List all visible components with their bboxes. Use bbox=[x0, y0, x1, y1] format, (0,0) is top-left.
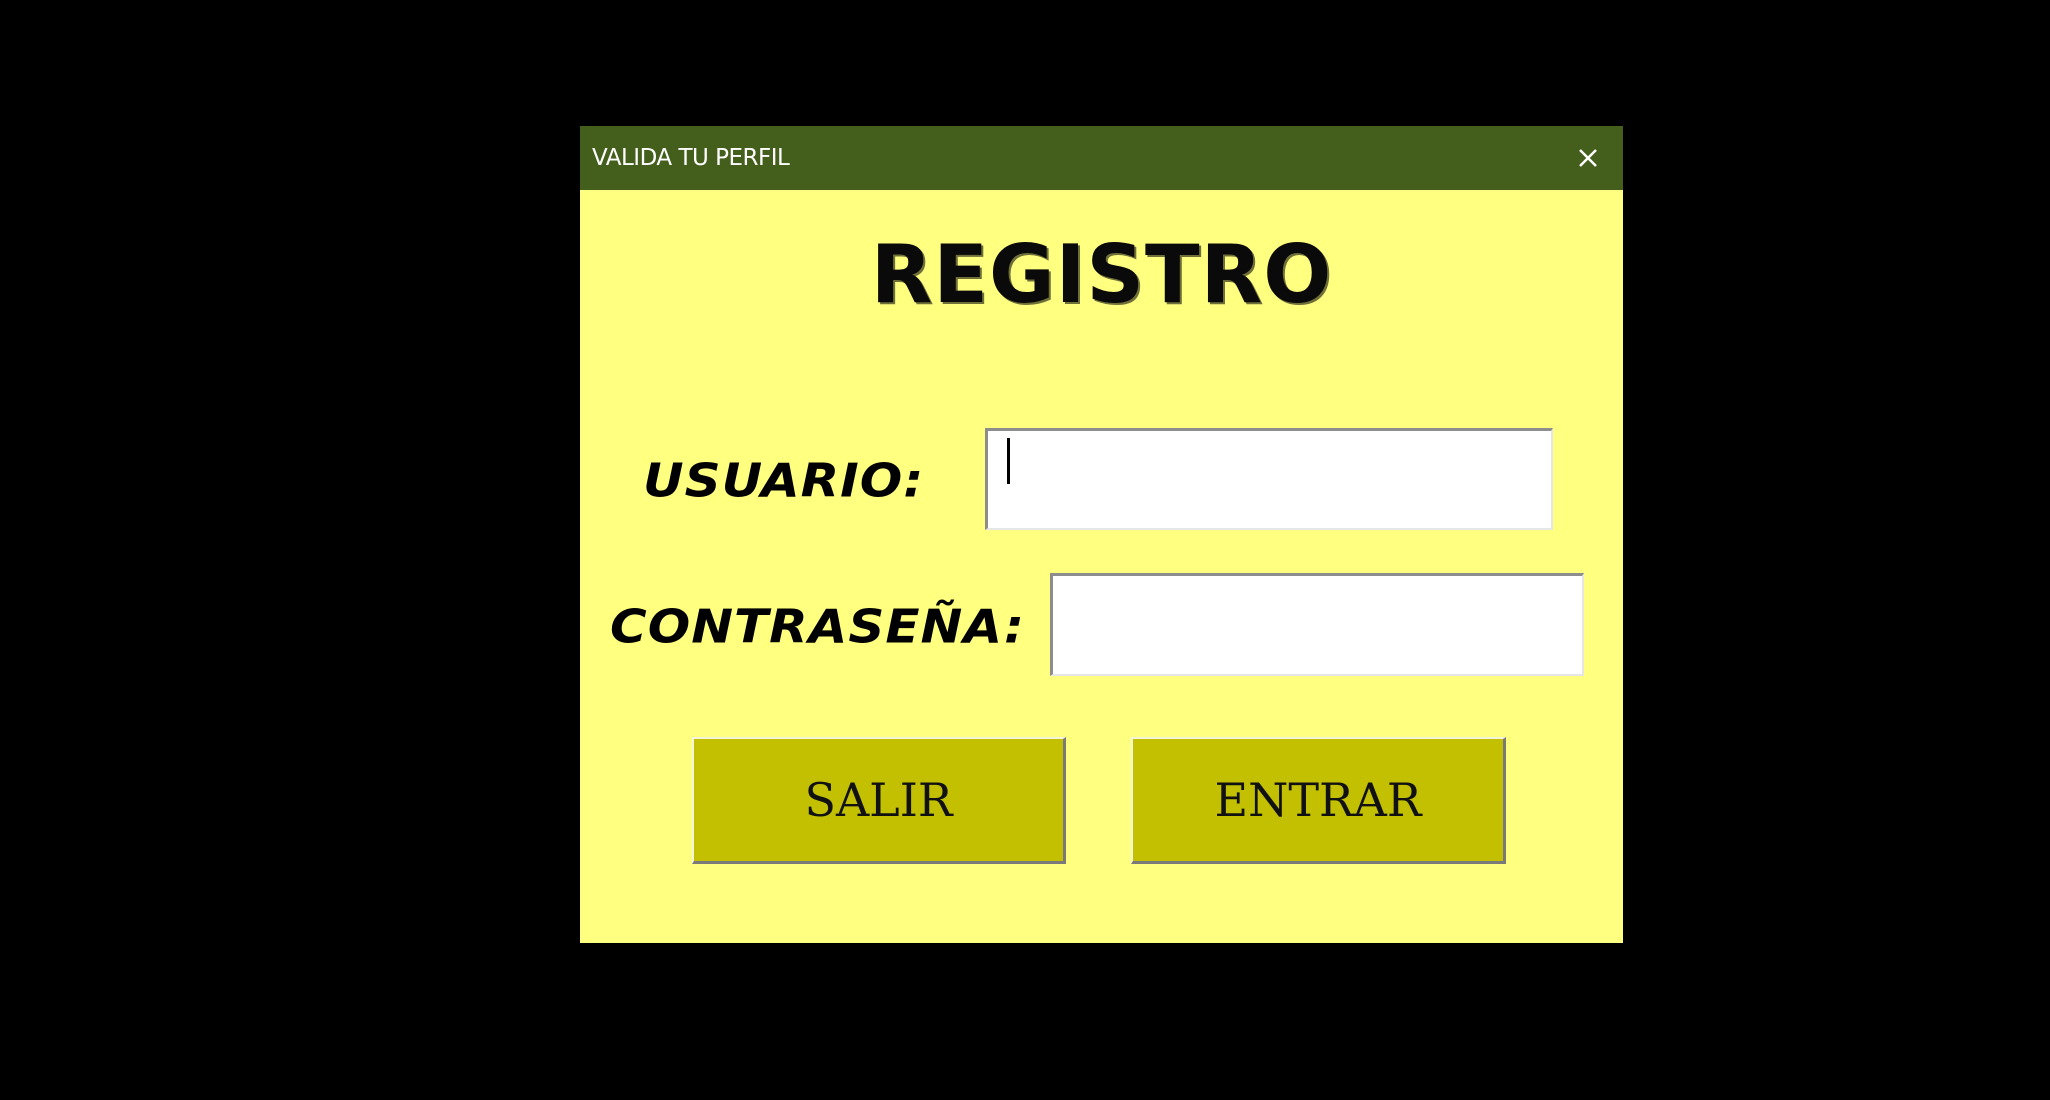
password-label: CONTRASEÑA: bbox=[610, 600, 1025, 654]
window-title: VALIDA TU PERFIL bbox=[592, 145, 790, 171]
password-input[interactable] bbox=[1050, 573, 1584, 676]
title-bar: VALIDA TU PERFIL bbox=[580, 126, 1623, 190]
close-icon bbox=[1579, 149, 1597, 167]
close-button[interactable] bbox=[1563, 134, 1611, 182]
exit-button[interactable]: SALIR bbox=[692, 737, 1066, 864]
username-label: USUARIO: bbox=[643, 454, 925, 508]
username-input[interactable] bbox=[985, 428, 1553, 530]
login-dialog: VALIDA TU PERFIL REGISTRO USUARIO: CONTR… bbox=[580, 126, 1623, 943]
text-cursor bbox=[1007, 438, 1010, 484]
page-title: REGISTRO bbox=[870, 228, 1333, 321]
enter-button[interactable]: ENTRAR bbox=[1131, 737, 1506, 864]
